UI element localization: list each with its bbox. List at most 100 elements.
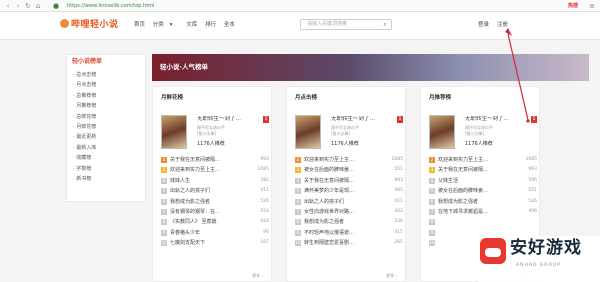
rank-number: 7 xyxy=(429,208,435,215)
list-item[interactable]: 8 xyxy=(429,217,537,227)
book-title[interactable]: 关于我在无意间被隔… xyxy=(438,165,514,175)
sidebar-item[interactable]: · 新书榜 xyxy=(73,174,143,184)
list-item[interactable]: 10 转生到隔壁恋爱喜剧… 265 xyxy=(295,238,403,248)
book-score: 402 xyxy=(394,208,403,214)
list-item[interactable]: 7 没有钢琴的钢琴：在… 254 xyxy=(161,207,269,217)
refresh-icon[interactable]: ↻ xyxy=(24,2,32,10)
book-title[interactable]: 关于我在无意间被隔… xyxy=(170,155,246,165)
sidebar-item[interactable]: · 最近更新 xyxy=(73,132,143,142)
book-title[interactable]: 我想成为影之强者 xyxy=(170,197,246,207)
sidebar-item-label: 月推荐榜 xyxy=(76,103,97,110)
book-title[interactable]: 父妹生活 xyxy=(438,176,514,186)
top-book-recommend-count: 1176人推荐 xyxy=(197,141,225,147)
book-title[interactable]: 我想成为影之强者 xyxy=(304,217,380,227)
logo-text: 哔哩轻小说 xyxy=(71,20,119,30)
book-title[interactable]: 在地下城寻求邂逅是… xyxy=(438,207,514,217)
list-item[interactable]: 6 我想成为影之强者 526 xyxy=(429,197,537,207)
list-item[interactable]: 5 被女在后面的脾味姜… 551 xyxy=(429,186,537,196)
nav-library[interactable]: 文库 xyxy=(186,22,197,28)
rank-number: 5 xyxy=(161,188,167,195)
book-title[interactable]: 转生到隔壁恋爱喜剧… xyxy=(304,238,380,248)
top-book-title[interactable]: 无职转生～到了… xyxy=(465,116,525,123)
address-bar[interactable]: https://www.linovelib.com/top.html xyxy=(67,2,557,10)
nav-complete[interactable]: 全本 xyxy=(224,22,235,28)
back-icon[interactable]: ‹ xyxy=(4,2,12,10)
list-item[interactable]: 5 出轨之人的孩子们 411 xyxy=(161,186,269,196)
forward-icon[interactable]: › xyxy=(14,2,22,10)
sidebar-item[interactable]: · 字数榜 xyxy=(73,164,143,174)
book-score: 993 xyxy=(528,167,537,173)
more-link[interactable]: 更多 › xyxy=(386,273,397,278)
sidebar-item[interactable]: · 月鲜花榜 xyxy=(73,122,143,132)
book-title[interactable]: 欢迎来到实力至上主… xyxy=(304,155,380,165)
top-book-author[interactable]: 理不尽な孫の手 xyxy=(331,125,401,130)
list-item[interactable]: 9 不时轻声地以俄语遮… 315 xyxy=(295,228,403,238)
list-item[interactable]: 5 满怀美梦的少年是现… 485 xyxy=(295,186,403,196)
list-item[interactable]: 4 父妹生活 596 xyxy=(429,176,537,186)
list-item[interactable]: 3 被女在后面的脾味姜… 551 xyxy=(295,165,403,175)
sidebar-item[interactable]: · 总推荐榜 xyxy=(73,91,143,101)
site-logo[interactable]: 哔哩轻小说 xyxy=(60,19,119,31)
book-title[interactable]: 不时轻声地以俄语遮… xyxy=(304,228,380,238)
top-book-title[interactable]: 无职转生～到了… xyxy=(197,116,257,123)
book-title[interactable]: 满怀美梦的少年是现… xyxy=(304,186,380,196)
rank-number: 3 xyxy=(161,167,167,174)
book-cover[interactable] xyxy=(161,115,187,149)
book-title[interactable]: 妹妹人生 xyxy=(170,176,246,186)
rank-number: 6 xyxy=(295,198,301,205)
list-item[interactable]: 10 七魔剑支配天下 107 xyxy=(161,238,269,248)
top-book-author[interactable]: 理不尽な孫の手 xyxy=(197,125,267,130)
top-book-title[interactable]: 无职转生～到了… xyxy=(331,116,391,123)
more-link[interactable]: 更多 › xyxy=(252,273,263,278)
sidebar-item[interactable]: · 收藏榜 xyxy=(73,153,143,163)
list-item[interactable]: 6 出轨之人的孩子们 411 xyxy=(295,197,403,207)
book-title[interactable]: 出轨之人的孩子们 xyxy=(304,197,380,207)
book-title[interactable]: 没有钢琴的钢琴：在… xyxy=(170,207,246,217)
sidebar-item-label: 月点击榜 xyxy=(76,82,97,89)
list-item[interactable]: 2 关于我在无意间被隔… 993 xyxy=(161,155,269,165)
list-item[interactable]: 4 妹妹人生 382 xyxy=(161,176,269,186)
book-title[interactable]: 关于我在无意间被隔… xyxy=(304,176,380,186)
book-title[interactable]: 被女在后面的脾味姜… xyxy=(438,186,514,196)
login-link[interactable]: 登录 xyxy=(478,20,489,30)
home-icon[interactable]: ⌂ xyxy=(34,2,42,10)
list-item[interactable]: 8 我想成为影之强者 526 xyxy=(295,217,403,227)
list-item[interactable]: 8 《实教同人》 至蕨篇 164 xyxy=(161,217,269,227)
nav-home[interactable]: 首页 xyxy=(134,22,145,28)
sidebar-item[interactable]: · 最新入库 xyxy=(73,143,143,153)
list-item[interactable]: 7 在地下城寻求邂逅是… 496 xyxy=(429,207,537,217)
list-item[interactable]: 7 女性向游戏世界对路… 402 xyxy=(295,207,403,217)
list-item[interactable]: 2 欢迎来到实力至上主… 1085 xyxy=(429,155,537,165)
hot-search-badge[interactable]: 热搜 xyxy=(568,2,586,10)
sidebar-item[interactable]: · 月推荐榜 xyxy=(73,101,143,111)
book-title[interactable]: 我想成为影之强者 xyxy=(438,197,514,207)
top-book-author[interactable]: 理不尽な孫の手 xyxy=(465,125,535,130)
book-title[interactable]: 女性向游戏世界对路… xyxy=(304,207,380,217)
list-item[interactable]: 6 我想成为影之强者 526 xyxy=(161,197,269,207)
list-item[interactable]: 9 青春猪头少年 96 xyxy=(161,228,269,238)
book-cover[interactable] xyxy=(295,115,321,149)
list-item[interactable]: 3 关于我在无意间被隔… 993 xyxy=(429,165,537,175)
register-link[interactable]: 注册 xyxy=(497,20,508,30)
book-title[interactable]: 青春猪头少年 xyxy=(170,228,246,238)
nav-category[interactable]: 分类 ▾ xyxy=(153,22,179,28)
sidebar-item[interactable]: · 总鲜花榜 xyxy=(73,112,143,122)
search-icon[interactable]: ⌕ xyxy=(379,19,391,30)
menu-icon[interactable]: ≡ xyxy=(588,2,596,10)
book-title[interactable]: 出轨之人的孩子们 xyxy=(170,186,246,196)
list-item[interactable]: 4 关于我在无意间被隔… 993 xyxy=(295,176,403,186)
sidebar-item[interactable]: · 总点击榜 xyxy=(73,70,143,80)
list-item[interactable]: 2 欢迎来到实力至上主… 1085 xyxy=(295,155,403,165)
nav-ranking[interactable]: 排行 xyxy=(205,22,216,28)
rank-number: 6 xyxy=(161,198,167,205)
book-cover[interactable] xyxy=(429,115,455,149)
book-score: 411 xyxy=(260,188,269,194)
book-title[interactable]: 七魔剑支配天下 xyxy=(170,238,246,248)
sidebar-item[interactable]: · 月点击榜 xyxy=(73,80,143,90)
book-title[interactable]: 《实教同人》 至蕨篇 xyxy=(170,217,246,227)
list-item[interactable]: 3 欢迎来到实力至上主… 1085 xyxy=(161,165,269,175)
top-book-publisher: [角川文庫] xyxy=(465,131,485,136)
book-title[interactable]: 欢迎来到实力至上主… xyxy=(438,155,514,165)
book-title[interactable]: 被女在后面的脾味姜… xyxy=(304,165,380,175)
book-title[interactable]: 欢迎来到实力至上主… xyxy=(170,165,246,175)
